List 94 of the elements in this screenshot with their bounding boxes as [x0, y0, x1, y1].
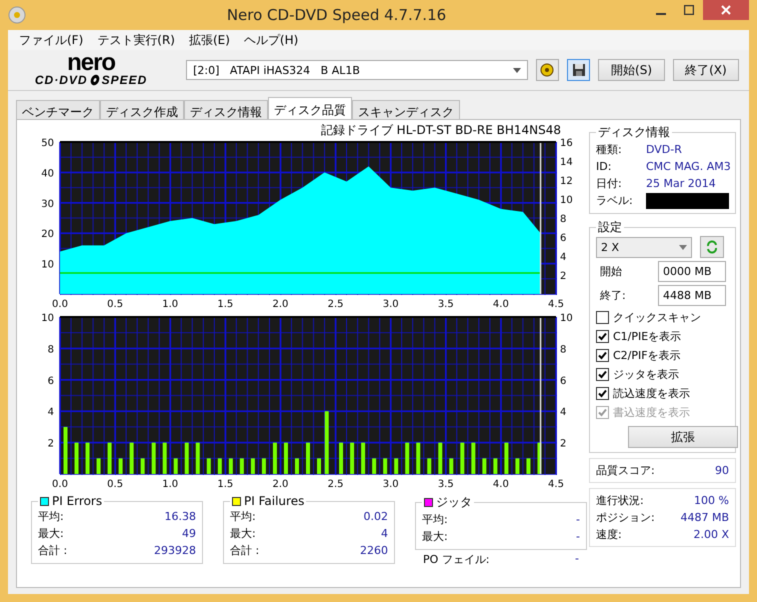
stat-value: 16.38	[164, 510, 196, 523]
stat-label: 平均:	[38, 509, 65, 524]
score-label: 品質スコア:	[596, 463, 656, 478]
group-title: PI Failures	[244, 494, 304, 508]
info-label: ID:	[596, 160, 612, 173]
stat-label: 合計 :	[230, 543, 260, 558]
axis-label: 2	[560, 271, 566, 282]
axis-label: 8	[48, 344, 54, 356]
checkbox-label: 読込速度を表示	[613, 386, 690, 400]
checkbox-label: C2/PIFを表示	[613, 348, 681, 362]
axis-label: 10	[41, 313, 54, 324]
axis-label: 0.5	[107, 299, 124, 310]
axis-label: 0.0	[52, 299, 68, 310]
logo-text: CD·DVD	[34, 73, 88, 87]
stat-label: 合計 :	[38, 543, 68, 558]
axis-label: 8	[560, 214, 566, 225]
axis-label: 40	[41, 168, 54, 180]
stat-value: -	[575, 513, 580, 526]
group-title: 設定	[598, 219, 622, 236]
stat-value: -	[574, 552, 579, 567]
stat-label: 最大:	[422, 529, 449, 544]
stat-label: 平均:	[422, 512, 449, 527]
progress-label: ポジション:	[596, 510, 656, 525]
axis-label: 3.5	[438, 479, 454, 490]
axis-label: 3.0	[382, 299, 399, 310]
axis-label: 14	[560, 157, 573, 168]
axis-label: 2.5	[328, 299, 344, 310]
stat-value: 49	[181, 527, 196, 540]
group-title: PI Errors	[52, 494, 102, 508]
info-value: 25 Mar 2014	[646, 177, 716, 190]
stat-value: 2260	[359, 544, 388, 557]
axis-label: 6	[560, 376, 566, 387]
score-value: 90	[714, 464, 729, 477]
axis-label: 4.5	[548, 299, 564, 310]
stat-value: -	[575, 530, 580, 543]
axis-label: 4	[560, 252, 566, 263]
axis-label: 30	[41, 198, 54, 210]
axis-label: 1.0	[162, 299, 178, 310]
axis-label: 0.5	[107, 479, 124, 490]
axis-label: 3.0	[382, 479, 399, 490]
chart-title: 記録ドライブ HL-DT-ST BD-RE BH14NS48	[320, 123, 561, 137]
axis-label: 4.0	[492, 299, 509, 310]
axis-label: 1.5	[217, 479, 234, 490]
progress-label: 進行状況:	[596, 493, 645, 508]
axis-label: 16	[560, 138, 573, 149]
axis-label: 2.0	[272, 299, 288, 310]
logo-text: SPEED	[102, 73, 148, 87]
stat-label: PO フェイル:	[423, 552, 490, 567]
axis-label: 10	[560, 313, 573, 324]
axis-label: 1.0	[162, 479, 178, 490]
axis-label: 10	[41, 260, 54, 271]
stat-value: 0.02	[362, 510, 388, 523]
axis-label: 10	[560, 195, 573, 206]
window-title: Nero CD-DVD Speed 4.7.7.16	[226, 6, 448, 24]
group-title: ディスク情報	[598, 124, 670, 141]
axis-label: 50	[41, 138, 54, 149]
progress-value: 100 %	[693, 494, 729, 507]
checkbox-label: ジッタを表示	[613, 366, 679, 382]
axis-label: 1.5	[217, 299, 234, 310]
checkbox-label: C1/PIEを表示	[613, 328, 682, 344]
field-label: 終了:	[599, 288, 627, 303]
info-value: DVD-R	[646, 143, 682, 156]
axis-label: 4.5	[548, 479, 564, 490]
progress-value: 4487 MB	[679, 511, 729, 524]
checkbox-label: クイックスキャン	[613, 310, 701, 324]
group-title: ジッタ	[436, 494, 472, 511]
axis-label: 20	[41, 229, 54, 240]
logo-text: nero	[67, 53, 116, 73]
stat-label: 平均:	[230, 509, 257, 524]
stat-label: 最大:	[230, 526, 257, 541]
axis-label: 6	[560, 233, 566, 244]
axis-label: 0.0	[52, 479, 68, 490]
info-value: CMC MAG. AM3	[646, 160, 731, 173]
axis-label: 2	[48, 438, 54, 450]
stat-value: 4	[380, 527, 388, 540]
axis-label: 3.5	[438, 299, 454, 310]
axis-label: 2.0	[272, 479, 288, 490]
axis-label: 2	[560, 438, 566, 450]
axis-label: 4.0	[492, 479, 509, 490]
progress-value: 2.00 X	[692, 528, 729, 541]
axis-label: 2.5	[328, 479, 344, 490]
axis-label: 8	[560, 344, 566, 356]
info-label: 日付:	[596, 176, 623, 191]
stat-value: 293928	[153, 544, 196, 557]
info-label: 種類:	[596, 142, 623, 157]
checkbox-label: 書込速度を表示	[613, 404, 690, 420]
axis-label: 12	[560, 176, 573, 187]
info-label: ラベル:	[596, 193, 634, 208]
axis-label: 4	[48, 407, 54, 418]
stat-label: 最大:	[38, 526, 65, 541]
field-label: 開始	[599, 264, 623, 279]
progress-label: 速度:	[596, 527, 623, 542]
axis-label: 6	[48, 376, 54, 387]
axis-label: 4	[560, 407, 566, 418]
